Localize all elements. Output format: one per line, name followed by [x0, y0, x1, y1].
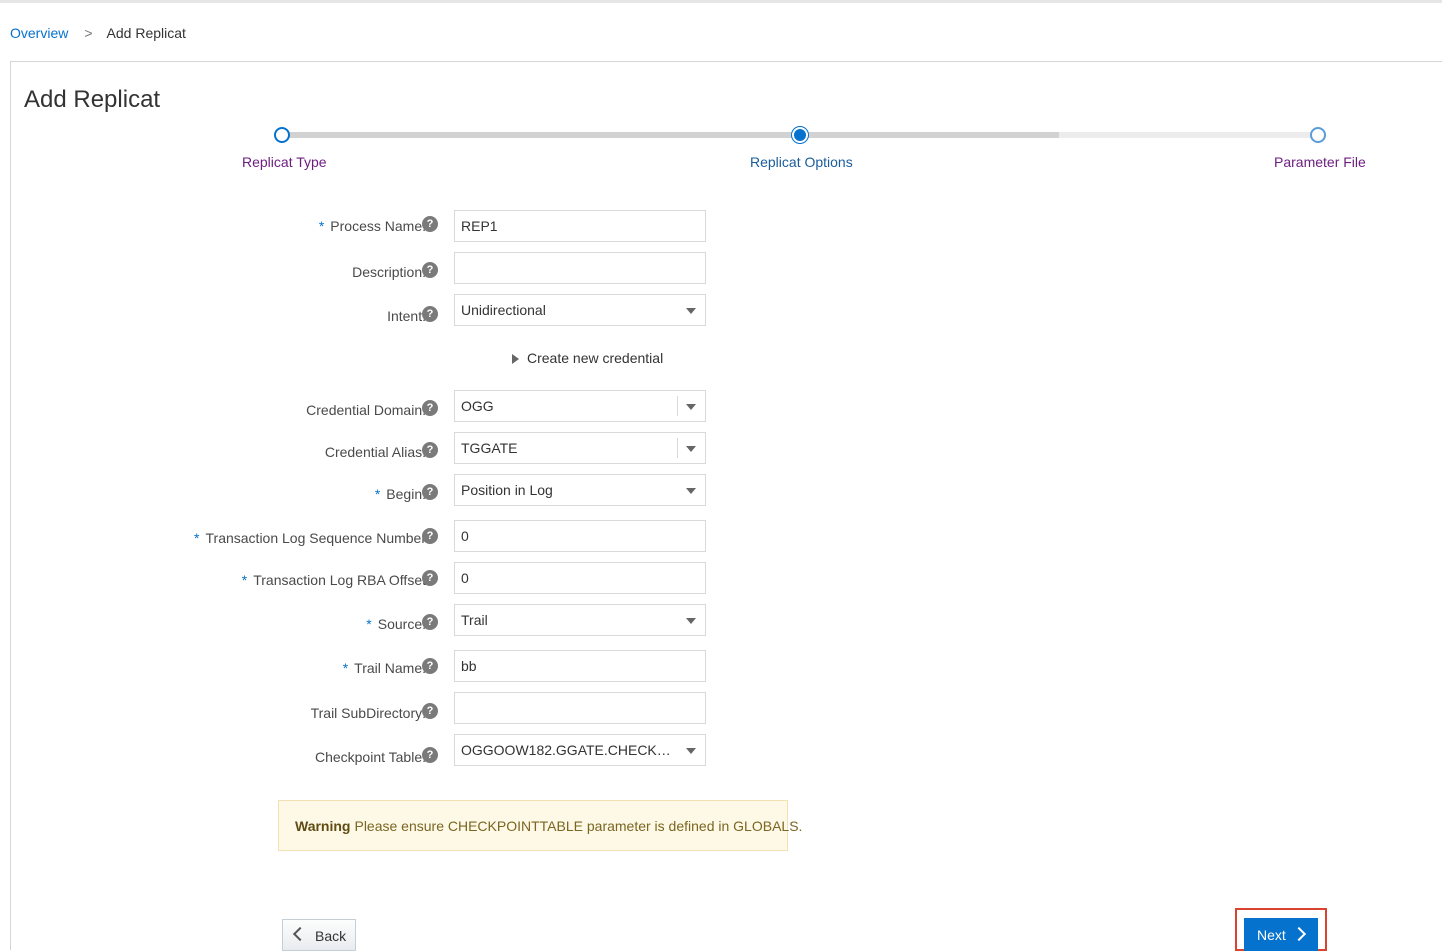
help-icon[interactable]: ? — [422, 442, 438, 458]
chevron-left-icon — [292, 926, 308, 942]
required-marker: * — [342, 660, 349, 676]
breadcrumb-current: Add Replicat — [106, 25, 186, 41]
help-icon[interactable]: ? — [422, 614, 438, 630]
source-label: * Source: — [366, 616, 426, 632]
required-marker: * — [318, 218, 325, 234]
combo-divider — [677, 438, 678, 458]
combo-divider — [677, 396, 678, 416]
chevron-down-icon[interactable] — [686, 446, 696, 452]
begin-select[interactable]: Position in Log — [454, 474, 706, 506]
credential-alias-label: Credential Alias: — [324, 444, 426, 460]
help-icon[interactable]: ? — [422, 528, 438, 544]
rba-offset-row: * Transaction Log RBA Offset ? 0 — [11, 562, 731, 594]
create-credential-toggle[interactable]: Create new credential — [512, 349, 663, 367]
warning-message: Warning Please ensure CHECKPOINTTABLE par… — [278, 800, 802, 851]
chevron-down-icon — [686, 488, 696, 494]
source-row: * Source: ? Trail — [11, 604, 731, 636]
top-border — [0, 0, 1442, 3]
trail-subdirectory-label: Trail SubDirectory: — [310, 705, 426, 721]
chevron-down-icon — [686, 618, 696, 624]
trail-subdirectory-row: Trail SubDirectory: ? — [11, 692, 731, 724]
trail-name-label: * Trail Name: — [342, 660, 426, 676]
train-label-replicat-options[interactable]: Replicat Options — [750, 153, 853, 171]
warning-text: Please ensure CHECKPOINTTABLE parameter … — [354, 818, 803, 834]
chevron-down-icon — [686, 308, 696, 314]
help-icon[interactable]: ? — [422, 747, 438, 763]
trail-subdirectory-input[interactable] — [454, 692, 706, 724]
next-button[interactable]: Next — [1244, 918, 1318, 951]
process-name-row: * Process Name: ? REP1 — [11, 210, 731, 242]
train-label-replicat-type[interactable]: Replicat Type — [242, 153, 327, 171]
credential-alias-combobox[interactable]: TGGATE — [454, 432, 706, 464]
checkpoint-table-label: Checkpoint Table: — [314, 749, 426, 765]
breadcrumb-separator: > — [84, 25, 93, 41]
process-name-label: * Process Name: — [318, 218, 426, 234]
required-marker: * — [194, 530, 200, 546]
required-marker: * — [241, 572, 248, 588]
required-marker: * — [366, 616, 372, 632]
rba-offset-label: * Transaction Log RBA Offset — [241, 572, 426, 588]
train-track-completed — [282, 132, 800, 138]
begin-label: * Begin: — [374, 486, 426, 502]
log-sequence-input[interactable]: 0 — [454, 520, 706, 552]
disclosure-triangle-icon — [512, 354, 519, 364]
description-label: Description: — [352, 264, 426, 280]
log-sequence-label: * Transaction Log Sequence Number — [194, 530, 426, 546]
source-select[interactable]: Trail — [454, 604, 706, 636]
trail-name-input[interactable]: bb — [454, 650, 706, 682]
breadcrumb: Overview > Add Replicat — [10, 24, 186, 42]
warning-title: Warning — [295, 818, 351, 834]
credential-domain-row: Credential Domain: ? OGG — [11, 390, 731, 422]
help-icon[interactable]: ? — [422, 306, 438, 322]
log-sequence-row: * Transaction Log Sequence Number ? 0 — [11, 520, 731, 552]
step-train: Replicat Type Replicat Options Parameter… — [11, 62, 1442, 182]
checkpoint-table-row: Checkpoint Table: ? OGGOOW182.GGATE.CHEC… — [11, 734, 731, 766]
checkpoint-table-select[interactable]: OGGOOW182.GGATE.CHECKPO... — [454, 734, 706, 766]
credential-domain-label: Credential Domain: — [306, 402, 426, 418]
breadcrumb-overview-link[interactable]: Overview — [10, 25, 68, 41]
intent-select[interactable]: Unidirectional — [454, 294, 706, 326]
train-track-progress — [800, 132, 1059, 138]
train-stop-replicat-options[interactable] — [792, 127, 808, 143]
help-icon[interactable]: ? — [422, 400, 438, 416]
help-icon[interactable]: ? — [422, 703, 438, 719]
train-track-remaining — [1059, 132, 1318, 138]
intent-label: Intent: — [387, 308, 426, 324]
chevron-down-icon[interactable] — [686, 404, 696, 410]
description-input[interactable] — [454, 252, 706, 284]
process-name-input[interactable]: REP1 — [454, 210, 706, 242]
chevron-right-icon — [1291, 926, 1307, 942]
credential-alias-row: Credential Alias: ? TGGATE — [11, 432, 731, 464]
rba-offset-input[interactable]: 0 — [454, 562, 706, 594]
help-icon[interactable]: ? — [422, 484, 438, 500]
help-icon[interactable]: ? — [422, 570, 438, 586]
help-icon[interactable]: ? — [422, 262, 438, 278]
intent-row: Intent: ? Unidirectional — [11, 294, 731, 326]
train-stop-parameter-file[interactable] — [1310, 127, 1326, 143]
description-row: Description: ? — [11, 252, 731, 284]
required-marker: * — [374, 486, 381, 502]
chevron-down-icon — [686, 748, 696, 754]
train-label-parameter-file[interactable]: Parameter File — [1274, 153, 1366, 171]
train-stop-replicat-type[interactable] — [274, 127, 290, 143]
back-button[interactable]: Back — [282, 919, 356, 951]
help-icon[interactable]: ? — [422, 216, 438, 232]
begin-row: * Begin: ? Position in Log — [11, 474, 731, 506]
trail-name-row: * Trail Name: ? bb — [11, 650, 731, 682]
credential-domain-combobox[interactable]: OGG — [454, 390, 706, 422]
main-panel: Add Replicat Replicat Type Replicat Opti… — [10, 61, 1442, 951]
help-icon[interactable]: ? — [422, 658, 438, 674]
